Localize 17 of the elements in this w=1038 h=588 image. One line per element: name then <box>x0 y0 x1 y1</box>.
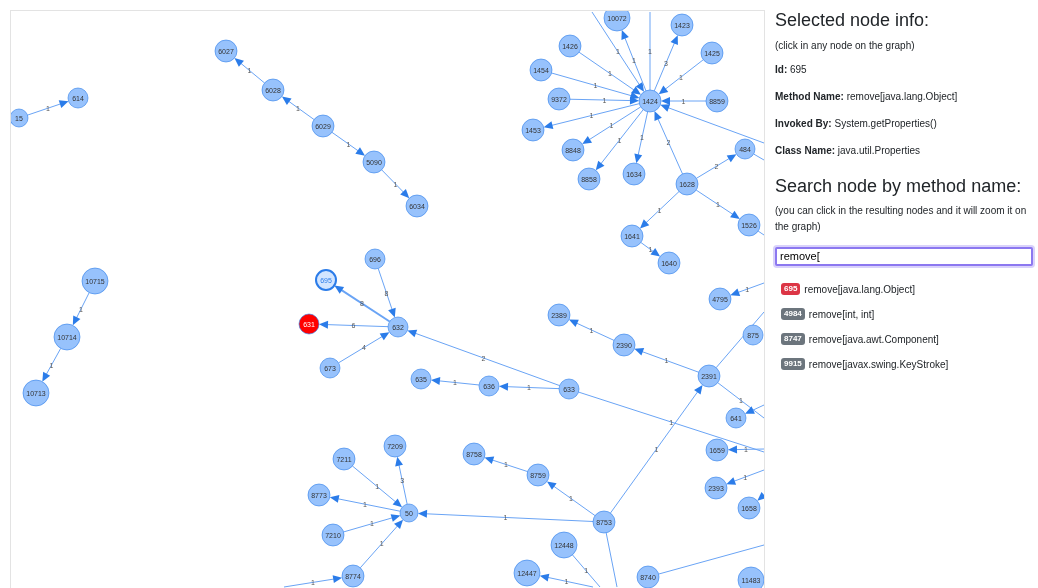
result-link[interactable]: remove[java.awt.Component] <box>808 331 939 347</box>
id-badge[interactable]: 695 <box>781 283 801 295</box>
id-badge[interactable]: 4984 <box>781 308 805 320</box>
info-line: Id: 695 <box>775 62 808 77</box>
result-link[interactable]: remove[int, int] <box>808 306 875 322</box>
section-title: Search node by method name: <box>775 175 1023 198</box>
info-line: Invoked By: System.getProperties() <box>775 116 938 131</box>
result-link[interactable]: remove[java.lang.Object] <box>804 281 915 297</box>
hint-text: (click in any node on the graph) <box>775 38 916 53</box>
search-field[interactable]: remove[ <box>775 246 1033 266</box>
id-badge[interactable]: 9915 <box>781 358 805 370</box>
result-link[interactable]: remove[javax.swing.KeyStroke] <box>808 356 949 372</box>
id-badge[interactable]: 8747 <box>781 333 805 345</box>
info-line: Class Name: java.util.Properties <box>775 143 922 158</box>
hint-text: (you can click in the resulting nodes and it will zoom it on the graph) <box>775 204 1028 235</box>
info-line: Method Name: remove[java.lang.Object] <box>775 89 959 104</box>
section-title: Selected node info: <box>775 10 931 32</box>
